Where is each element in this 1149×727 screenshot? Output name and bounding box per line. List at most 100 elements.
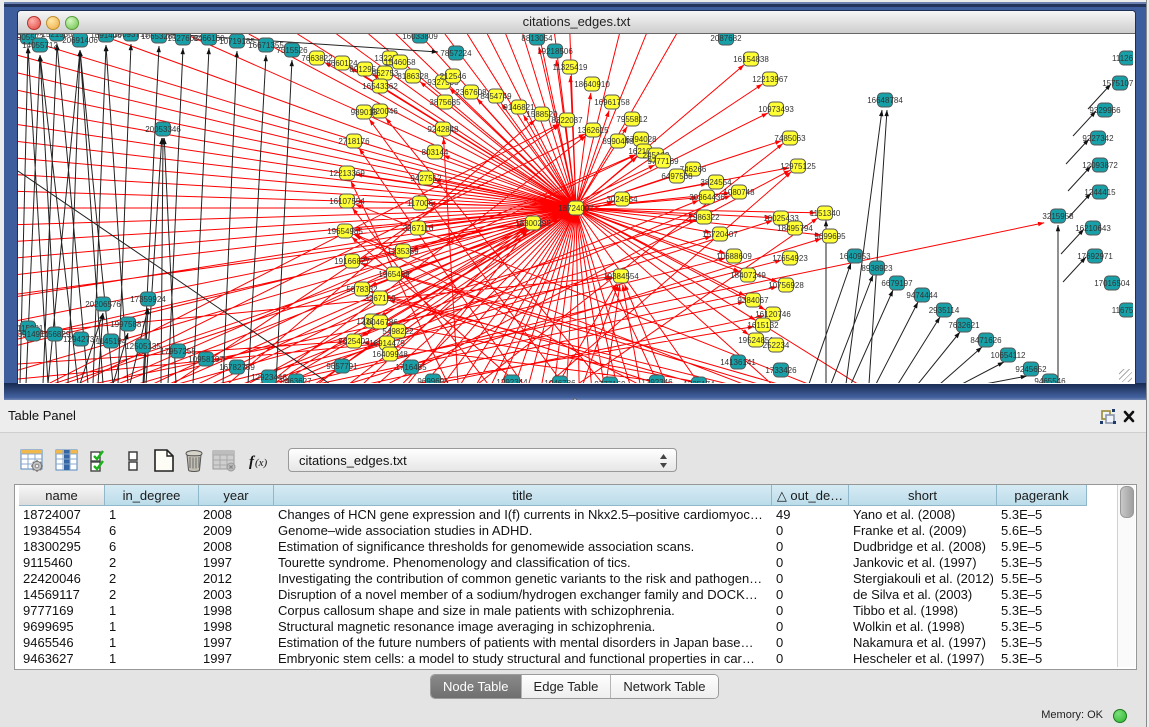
svg-text:8938923: 8938923: [861, 264, 893, 273]
svg-text:1244415: 1244415: [1084, 188, 1116, 197]
svg-text:1080748: 1080748: [723, 188, 755, 197]
svg-text:17692971: 17692971: [1077, 252, 1113, 261]
svg-text:19166827: 19166827: [334, 257, 370, 266]
svg-text:10756928: 10756928: [768, 281, 804, 290]
svg-text:16543362: 16543362: [362, 82, 398, 91]
svg-text:1733426: 1733426: [765, 366, 797, 375]
svg-text:8322037: 8322037: [551, 116, 583, 125]
svg-text:9242848: 9242848: [427, 125, 459, 134]
svg-text:3267110: 3267110: [403, 224, 434, 233]
svg-text:2718176: 2718176: [338, 137, 370, 146]
svg-text:17654923: 17654923: [772, 254, 808, 263]
svg-text:9474444: 9474444: [906, 291, 938, 300]
svg-text:10688609: 10688609: [716, 252, 752, 261]
svg-text:989013: 989013: [351, 108, 378, 117]
svg-text:(x): (x): [255, 457, 268, 469]
svg-text:18640910: 18640910: [574, 80, 610, 89]
svg-text:12975125: 12975125: [780, 162, 816, 171]
svg-text:1716485: 1716485: [395, 363, 427, 372]
svg-text:1640953: 1640953: [839, 252, 871, 261]
svg-text:15720407: 15720407: [702, 230, 738, 239]
svg-text:20364436: 20364436: [689, 193, 725, 202]
svg-text:16409948: 16409948: [372, 350, 408, 359]
svg-text:6679197: 6679197: [881, 279, 913, 288]
svg-text:803144: 803144: [422, 148, 449, 157]
svg-text:16961758: 16961758: [594, 98, 630, 107]
svg-text:7485063: 7485063: [774, 134, 806, 143]
svg-text:10654112: 10654112: [991, 351, 1027, 360]
svg-text:14055712: 14055712: [22, 41, 58, 50]
svg-text:1335174: 1335174: [683, 380, 715, 383]
svg-text:16782759: 16782759: [219, 363, 255, 372]
svg-text:9384067: 9384067: [737, 296, 769, 305]
svg-text:19975887: 19975887: [110, 320, 146, 329]
svg-text:9463627: 9463627: [280, 377, 312, 383]
svg-text:9245652: 9245652: [1015, 365, 1047, 374]
svg-text:3875685: 3875685: [429, 98, 461, 107]
svg-text:9777169: 9777169: [594, 380, 626, 383]
svg-text:9777169: 9777169: [647, 157, 679, 166]
svg-text:117006: 117006: [407, 199, 434, 208]
svg-text:19218506: 19218506: [537, 47, 573, 56]
svg-text:8471626: 8471626: [970, 336, 1002, 345]
svg-text:1151340: 1151340: [810, 209, 841, 218]
svg-text:1145194: 1145194: [96, 337, 127, 346]
svg-text:8454749: 8454749: [480, 92, 512, 101]
svg-text:5498222: 5498222: [382, 327, 414, 336]
svg-text:18300295: 18300295: [515, 219, 551, 228]
svg-text:16648784: 16648784: [867, 96, 903, 105]
svg-text:12505135: 12505135: [125, 342, 161, 351]
svg-text:3824554: 3824554: [700, 178, 732, 187]
svg-text:7632621: 7632621: [948, 321, 980, 330]
svg-text:3267150: 3267150: [364, 294, 396, 303]
svg-text:15751074: 15751074: [1102, 79, 1133, 88]
svg-text:9699695: 9699695: [417, 377, 449, 383]
svg-text:12942737: 12942737: [63, 335, 99, 344]
svg-text:8186328: 8186328: [397, 72, 429, 81]
svg-text:9657791: 9657791: [326, 362, 358, 371]
svg-text:12213967: 12213967: [752, 75, 788, 84]
svg-text:7625402: 7625402: [338, 337, 370, 346]
svg-text:7986322: 7986322: [688, 213, 720, 222]
svg-text:12213369: 12213369: [329, 169, 365, 178]
svg-text:18495794: 18495794: [777, 224, 813, 233]
svg-text:16033809: 16033809: [402, 34, 438, 41]
svg-text:9465546: 9465546: [1034, 377, 1066, 383]
svg-text:16154838: 16154838: [733, 55, 769, 64]
svg-text:7857224: 7857224: [440, 49, 472, 58]
svg-text:14136141: 14136141: [720, 358, 756, 367]
svg-text:16120746: 16120746: [755, 310, 791, 319]
svg-text:252234: 252234: [763, 341, 790, 350]
svg-text:1167534: 1167534: [1112, 306, 1133, 315]
svg-text:1235359: 1235359: [387, 247, 419, 256]
svg-text:1965498: 1965498: [378, 270, 410, 279]
svg-text:17359924: 17359924: [130, 295, 166, 304]
svg-text:10973493: 10973493: [758, 105, 794, 114]
svg-text:11325419: 11325419: [553, 63, 589, 72]
svg-text:1615132: 1615132: [747, 321, 779, 330]
svg-text:9427512: 9427512: [410, 174, 442, 183]
svg-text:212546: 212546: [440, 72, 467, 81]
svg-text:16914479: 16914479: [369, 339, 405, 348]
svg-text:1292346: 1292346: [641, 378, 673, 383]
svg-text:2087682: 2087682: [710, 34, 742, 43]
svg-text:1362615: 1362615: [577, 126, 609, 135]
svg-text:1112624: 1112624: [1112, 54, 1133, 63]
svg-text:16107554: 16107554: [329, 197, 365, 206]
svg-text:962753: 962753: [372, 69, 399, 78]
svg-text:3024554: 3024554: [606, 195, 638, 204]
svg-text:17016504: 17016504: [1094, 279, 1130, 288]
svg-text:9699695: 9699695: [814, 232, 846, 241]
svg-text:18724007: 18724007: [558, 204, 594, 213]
svg-text:20053346: 20053346: [145, 125, 181, 134]
svg-text:6794028: 6794028: [625, 135, 657, 144]
svg-text:12093872: 12093872: [1082, 161, 1118, 170]
svg-text:1546058: 1546058: [384, 58, 416, 67]
svg-text:2935114: 2935114: [929, 306, 960, 315]
svg-text:18407249: 18407249: [730, 271, 766, 280]
svg-text:8813054: 8813054: [521, 34, 553, 43]
svg-text:6497568: 6497568: [661, 172, 693, 181]
svg-text:19384554: 19384554: [603, 272, 639, 281]
svg-text:3215958: 3215958: [1042, 212, 1074, 221]
svg-text:19654985: 19654985: [327, 227, 363, 236]
